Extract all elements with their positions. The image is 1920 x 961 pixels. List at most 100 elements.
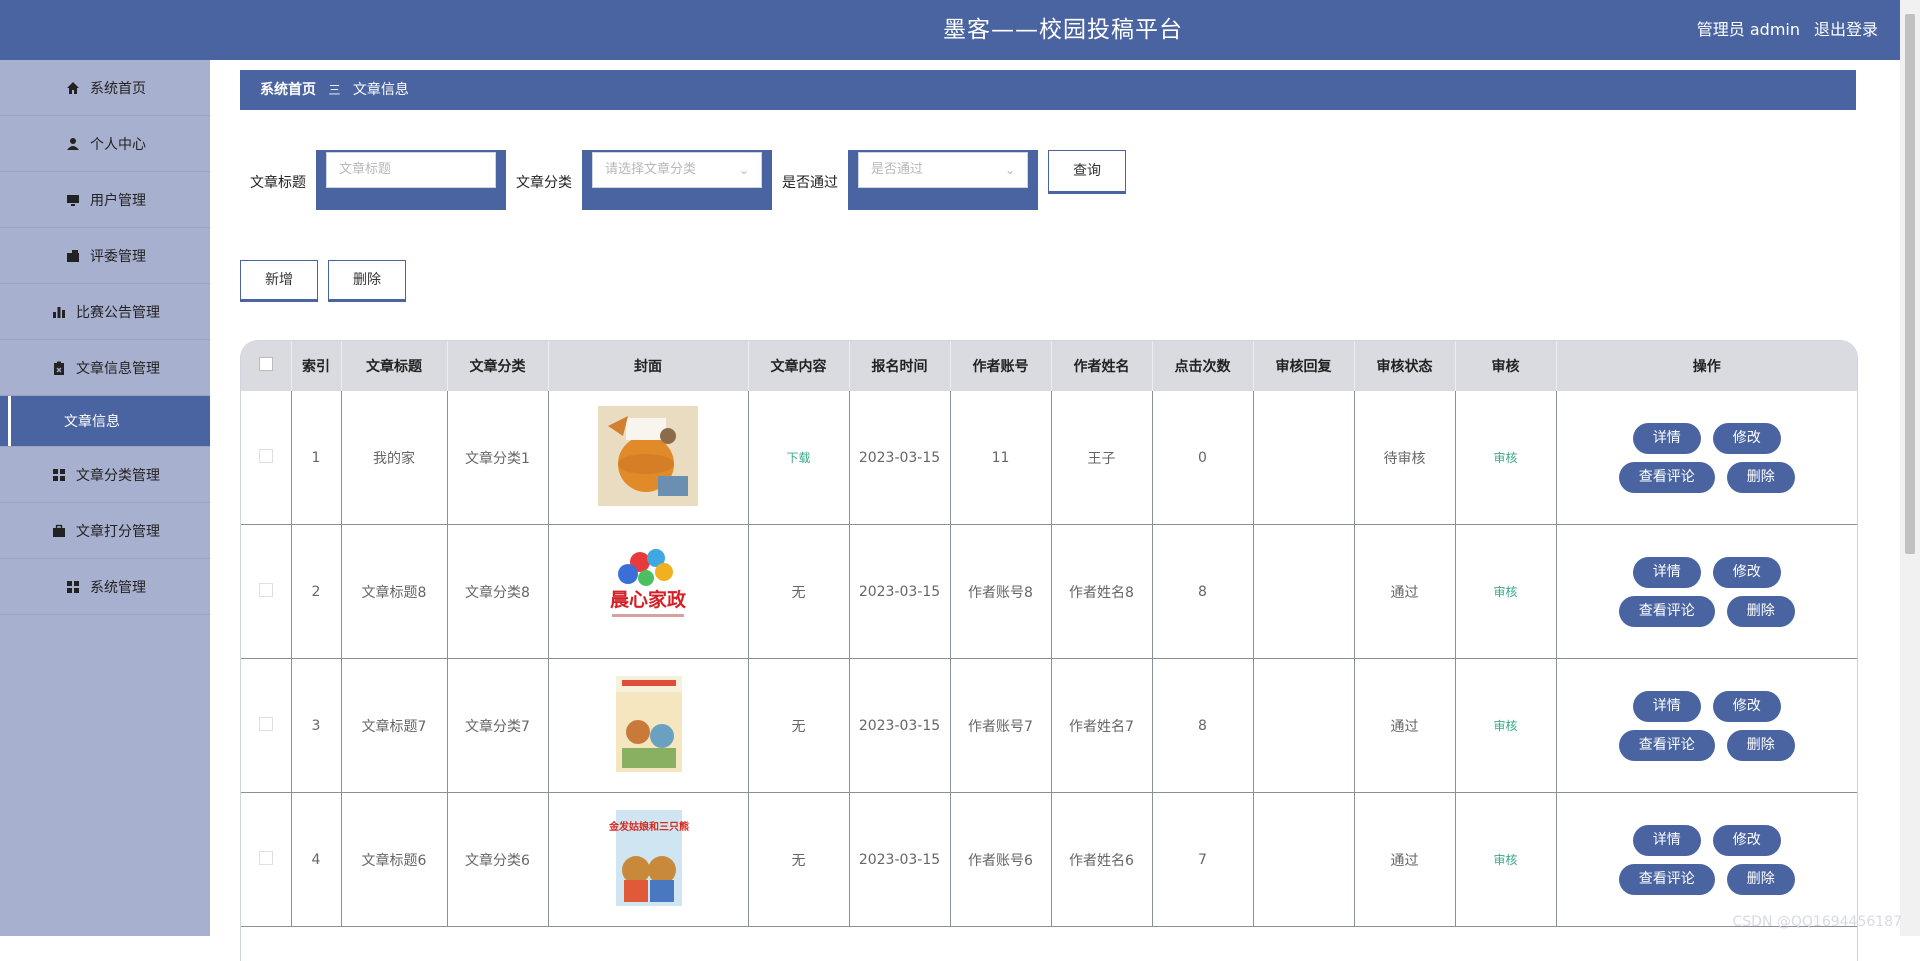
cell-ops: 详情 修改 查看评论 删除 bbox=[1556, 658, 1857, 793]
query-button[interactable]: 查询 bbox=[1048, 150, 1126, 192]
cell-cover: 晨心家政 bbox=[548, 524, 749, 659]
sidebar-item-label: 文章信息管理 bbox=[76, 360, 160, 377]
delete-button[interactable]: 删除 bbox=[1726, 461, 1795, 493]
monitor-icon bbox=[64, 193, 82, 207]
breadcrumb-home[interactable]: 系统首页 bbox=[260, 82, 316, 98]
sidebar-item-article-management[interactable]: 文章信息管理 bbox=[0, 340, 210, 396]
cell-time: 2023-03-15 bbox=[849, 524, 951, 659]
column-header: 作者账号 bbox=[950, 341, 1052, 391]
sidebar-item-label: 系统管理 bbox=[90, 579, 146, 596]
edit-button[interactable]: 修改 bbox=[1712, 824, 1781, 856]
view-comments-button[interactable]: 查看评论 bbox=[1618, 863, 1715, 895]
cell-account: 作者账号8 bbox=[950, 524, 1052, 659]
cell-category: 文章分类7 bbox=[447, 658, 549, 793]
category-select[interactable]: 请选择文章分类 ⌄ bbox=[592, 152, 762, 188]
select-all-checkbox[interactable] bbox=[258, 357, 273, 371]
row-select-cell bbox=[241, 524, 292, 659]
sidebar-item-score-management[interactable]: 文章打分管理 bbox=[0, 503, 210, 559]
column-header: 文章标题 bbox=[341, 341, 448, 391]
row-checkbox[interactable] bbox=[258, 850, 273, 865]
cell-reply bbox=[1253, 391, 1355, 525]
detail-button[interactable]: 详情 bbox=[1632, 422, 1701, 454]
audit-link[interactable]: 审核 bbox=[1493, 853, 1517, 867]
cover-image: 金发姑娘和三只熊 bbox=[598, 808, 698, 908]
passed-label: 是否通过 bbox=[782, 175, 838, 191]
cell-time: 2023-03-15 bbox=[849, 792, 951, 927]
cell-title: 我的家 bbox=[341, 391, 448, 525]
delete-button[interactable]: 删除 bbox=[1726, 595, 1795, 627]
search-bar: 文章标题 文章标题 文章分类 请选择文章分类 ⌄ 是否通过 是否通过 ⌄ 查询 bbox=[240, 150, 1240, 210]
cell-content: 无 bbox=[748, 658, 850, 793]
add-button[interactable]: 新增 bbox=[240, 260, 318, 300]
cell-content: 无 bbox=[748, 524, 850, 659]
cell-account: 作者账号7 bbox=[950, 658, 1052, 793]
view-comments-button[interactable]: 查看评论 bbox=[1618, 461, 1715, 493]
edit-button[interactable]: 修改 bbox=[1712, 422, 1781, 454]
cell-time: 2023-03-15 bbox=[849, 658, 951, 793]
edit-button[interactable]: 修改 bbox=[1712, 690, 1781, 722]
cell-status: 通过 bbox=[1354, 524, 1456, 659]
view-comments-button[interactable]: 查看评论 bbox=[1618, 729, 1715, 761]
sidebar-item-users[interactable]: 用户管理 bbox=[0, 172, 210, 228]
user-icon bbox=[64, 137, 82, 151]
sidebar-item-system[interactable]: 系统管理 bbox=[0, 559, 210, 615]
sidebar-item-announcements[interactable]: 比赛公告管理 bbox=[0, 284, 210, 340]
audit-link[interactable]: 审核 bbox=[1493, 585, 1517, 599]
sidebar-item-label: 用户管理 bbox=[90, 192, 146, 209]
cell-name: 王子 bbox=[1051, 391, 1153, 525]
column-header: 报名时间 bbox=[849, 341, 951, 391]
audit-link[interactable]: 审核 bbox=[1493, 719, 1517, 733]
column-header: 审核回复 bbox=[1253, 341, 1355, 391]
cover-image: 晨心家政 bbox=[598, 539, 698, 640]
batch-delete-button[interactable]: 删除 bbox=[328, 260, 406, 300]
chevron-down-icon: ⌄ bbox=[1004, 163, 1015, 177]
vertical-scrollbar[interactable] bbox=[1900, 0, 1920, 936]
cell-clicks: 8 bbox=[1152, 524, 1254, 659]
sidebar-item-profile[interactable]: 个人中心 bbox=[0, 116, 210, 172]
cell-cover bbox=[548, 391, 749, 525]
grid-icon bbox=[64, 580, 82, 594]
delete-button[interactable]: 删除 bbox=[1726, 729, 1795, 761]
sidebar-item-category-management[interactable]: 文章分类管理 bbox=[0, 447, 210, 503]
view-comments-button[interactable]: 查看评论 bbox=[1618, 595, 1715, 627]
sidebar-item-judges[interactable]: 评委管理 bbox=[0, 228, 210, 284]
cell-audit: 审核 bbox=[1455, 391, 1557, 525]
scrollbar-thumb[interactable] bbox=[1905, 14, 1915, 554]
logout-link[interactable]: 退出登录 bbox=[1814, 0, 1878, 60]
category-placeholder: 请选择文章分类 bbox=[605, 162, 697, 177]
passed-select[interactable]: 是否通过 ⌄ bbox=[858, 152, 1028, 188]
title-input[interactable]: 文章标题 bbox=[326, 152, 496, 188]
download-link[interactable]: 下载 bbox=[786, 451, 810, 465]
chevron-down-icon: ⌄ bbox=[738, 163, 749, 177]
sidebar-item-home[interactable]: 系统首页 bbox=[0, 60, 210, 116]
row-checkbox[interactable] bbox=[258, 448, 273, 463]
cell-content: 下载 bbox=[748, 391, 850, 525]
row-checkbox[interactable] bbox=[258, 582, 273, 597]
breadcrumb: 系统首页 三 文章信息 bbox=[240, 70, 1856, 110]
select-all-header bbox=[241, 341, 292, 391]
delete-button[interactable]: 删除 bbox=[1726, 863, 1795, 895]
column-header: 封面 bbox=[548, 341, 749, 391]
cover-image bbox=[598, 405, 698, 506]
detail-button[interactable]: 详情 bbox=[1632, 690, 1701, 722]
edit-button[interactable]: 修改 bbox=[1712, 556, 1781, 588]
current-user: 管理员 admin bbox=[1696, 20, 1800, 39]
cell-cover: 金发姑娘和三只熊 bbox=[548, 792, 749, 927]
column-header: 点击次数 bbox=[1152, 341, 1254, 391]
cover-text: 晨心家政 bbox=[610, 588, 687, 611]
article-table: 索引 文章标题 文章分类 封面 文章内容 报名时间 作者账号 作者姓名 点击次数… bbox=[240, 340, 1858, 961]
table-header-row: 索引 文章标题 文章分类 封面 文章内容 报名时间 作者账号 作者姓名 点击次数… bbox=[241, 341, 1857, 391]
audit-link[interactable]: 审核 bbox=[1493, 451, 1517, 465]
detail-button[interactable]: 详情 bbox=[1632, 824, 1701, 856]
cell-clicks: 0 bbox=[1152, 391, 1254, 525]
sidebar-subitem-article-info[interactable]: 文章信息 bbox=[0, 396, 210, 447]
sidebar-item-label: 文章打分管理 bbox=[76, 523, 160, 540]
table-row: 3 文章标题7 文章分类7 无 2023-03-15 作者账号7 作者姓名7 8… bbox=[241, 658, 1857, 793]
cell-account: 作者账号6 bbox=[950, 792, 1052, 927]
cell-name: 作者姓名8 bbox=[1051, 524, 1153, 659]
breadcrumb-separator: 三 bbox=[328, 83, 341, 97]
row-checkbox[interactable] bbox=[258, 716, 273, 731]
cell-category: 文章分类8 bbox=[447, 524, 549, 659]
detail-button[interactable]: 详情 bbox=[1632, 556, 1701, 588]
cell-clicks: 8 bbox=[1152, 658, 1254, 793]
